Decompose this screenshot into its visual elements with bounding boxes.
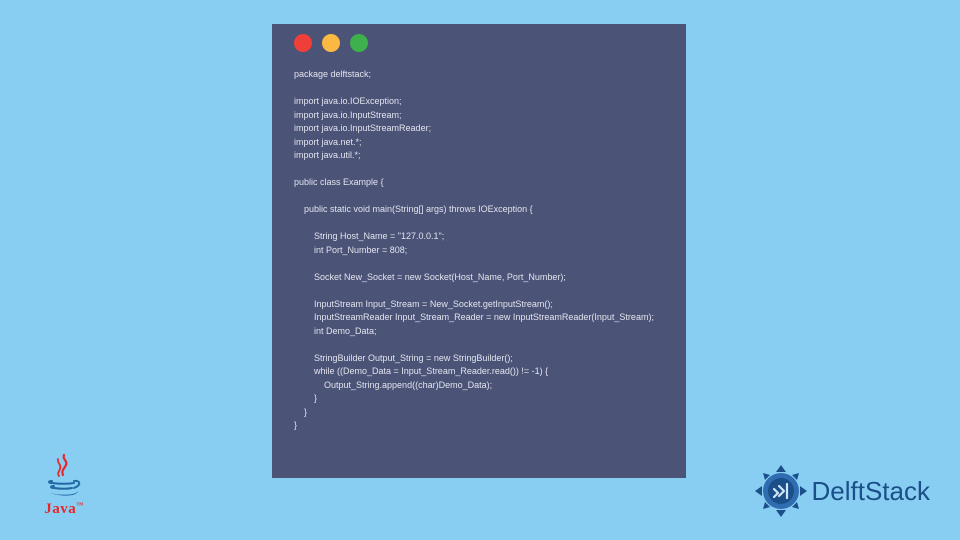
- delftstack-label: DelftStack: [812, 476, 931, 507]
- minimize-dot-icon: [322, 34, 340, 52]
- window-traffic-lights: [272, 24, 686, 52]
- maximize-dot-icon: [350, 34, 368, 52]
- java-word: Java: [44, 501, 76, 517]
- close-dot-icon: [294, 34, 312, 52]
- java-tm: ™: [76, 501, 84, 509]
- delftstack-gear-icon: [754, 464, 808, 518]
- java-label: Java™: [36, 501, 92, 518]
- java-logo: Java™: [36, 453, 92, 518]
- java-cup-icon: [44, 453, 84, 499]
- code-window: package delftstack; import java.io.IOExc…: [272, 24, 686, 478]
- code-block: package delftstack; import java.io.IOExc…: [272, 52, 686, 433]
- delftstack-logo: DelftStack: [754, 464, 931, 518]
